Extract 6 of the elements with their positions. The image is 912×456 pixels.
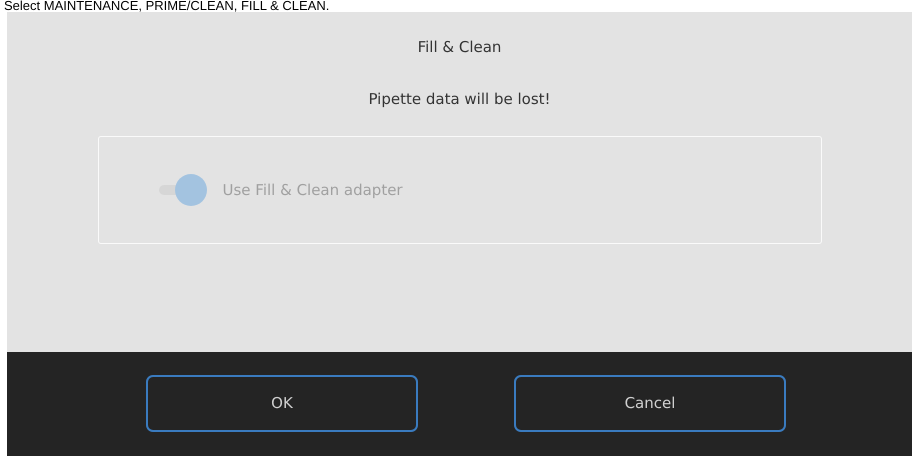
toggle-label: Use Fill & Clean adapter bbox=[222, 181, 403, 199]
ok-button[interactable]: OK bbox=[146, 374, 418, 432]
warning-message: Pipette data will be lost! bbox=[368, 90, 551, 108]
cancel-button[interactable]: Cancel bbox=[514, 374, 786, 432]
caption-text: Select MAINTENANCE, PRIME/CLEAN, FILL & CLEAN. bbox=[3, 0, 330, 12]
dialog-title: Fill & Clean bbox=[418, 38, 502, 58]
